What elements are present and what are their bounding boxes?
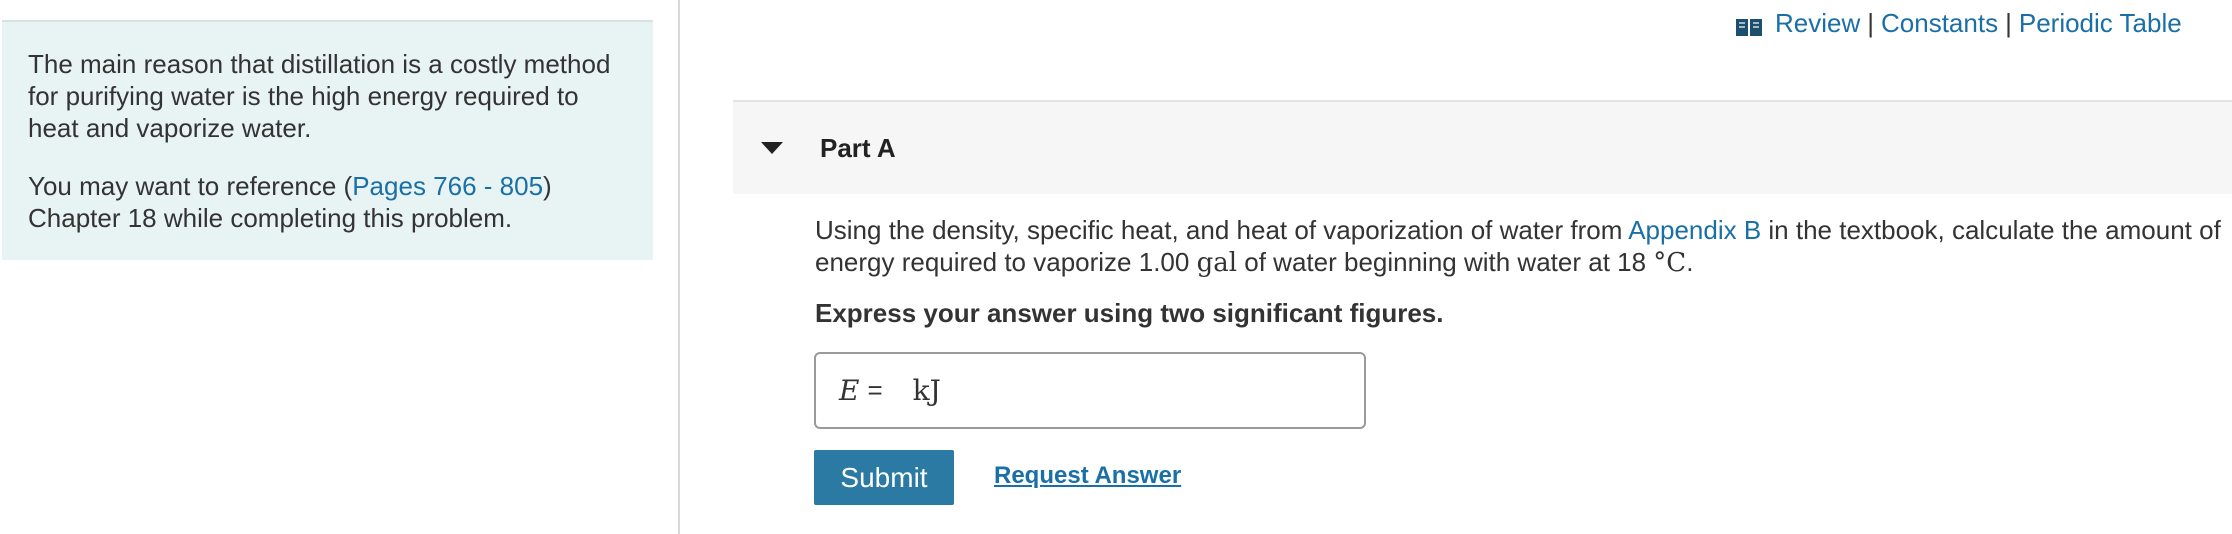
review-link[interactable]: Review: [1775, 8, 1860, 38]
reference-suffix: ): [543, 171, 552, 201]
book-icon: [1735, 13, 1763, 36]
appendix-b-link[interactable]: Appendix B: [1628, 215, 1761, 245]
question-text-start: Using the density, specific heat, and he…: [815, 215, 1629, 245]
answer-equals: =: [867, 375, 883, 405]
info-panel: The main reason that distillation is a c…: [2, 20, 653, 260]
answer-input[interactable]: E = kJ: [814, 352, 1366, 429]
question-text-end: .: [1686, 247, 1694, 277]
reference-prefix: You may want to reference (: [28, 171, 353, 201]
info-intro-text: The main reason that distillation is a c…: [28, 49, 611, 143]
constants-link[interactable]: Constants: [1881, 8, 1998, 38]
link-separator: |: [2005, 8, 2012, 38]
panel-divider: [678, 0, 680, 534]
page: The main reason that distillation is a c…: [0, 0, 2232, 534]
answer-unit: kJ: [912, 374, 941, 407]
part-a-header[interactable]: Part A: [733, 102, 2232, 194]
request-answer-link[interactable]: Request Answer: [994, 462, 1181, 490]
periodic-table-link[interactable]: Periodic Table: [2019, 8, 2182, 38]
info-reference-text: You may want to reference (Pages 766 - 8…: [28, 170, 627, 234]
unit-gal: gal: [1196, 248, 1238, 278]
answer-instruction: Express your answer using two significan…: [815, 298, 1444, 328]
pages-reference-link[interactable]: Pages 766 - 805: [352, 171, 543, 201]
submit-button[interactable]: Submit: [814, 450, 954, 505]
resource-links: Review | Constants | Periodic Table: [1735, 8, 2182, 38]
unit-celsius: °C: [1653, 248, 1687, 278]
question-text-temp: of water beginning with water at 18: [1237, 247, 1654, 277]
caret-down-icon[interactable]: [761, 142, 783, 154]
answer-variable: E: [839, 374, 860, 407]
part-title: Part A: [820, 132, 896, 163]
link-separator: |: [1867, 8, 1875, 38]
question-text: Using the density, specific heat, and he…: [815, 214, 2232, 279]
reference-chapter: Chapter 18 while completing this problem…: [28, 203, 513, 233]
